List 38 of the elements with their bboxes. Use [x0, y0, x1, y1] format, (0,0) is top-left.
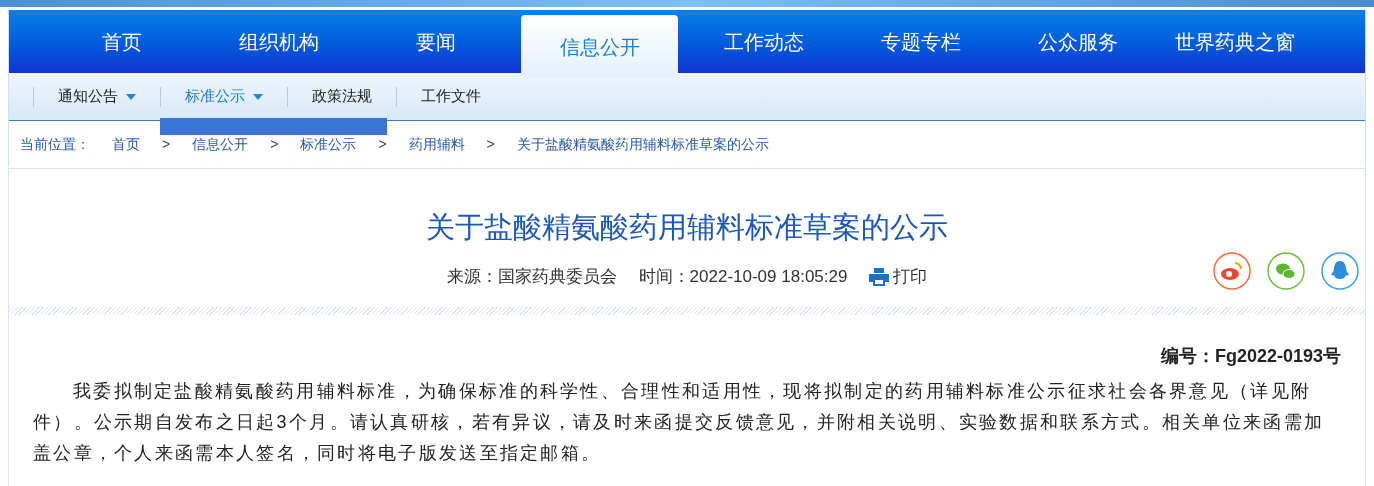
breadcrumb-separator: > [486, 134, 495, 154]
breadcrumb-link[interactable]: 标准公示 [300, 133, 357, 155]
sub-nav-tab[interactable]: 标准公示 [161, 85, 287, 108]
caret-icon [253, 93, 263, 100]
nav-tab[interactable]: 专题专栏 [842, 10, 999, 73]
nav-tab[interactable]: 工作动态 [685, 10, 842, 73]
sub-nav-label: 工作文件 [421, 86, 481, 107]
nav-tab[interactable]: 首页 [43, 10, 200, 73]
nav-tab[interactable]: 要闻 [357, 10, 514, 73]
weibo-share-icon[interactable] [1213, 252, 1251, 290]
nav-tab[interactable]: 信息公开 [521, 15, 678, 78]
breadcrumb-separator: > [162, 134, 171, 154]
breadcrumb-separator: > [378, 134, 387, 154]
sub-nav-label: 通知公告 [58, 86, 118, 107]
breadcrumb-separator: > [270, 134, 279, 154]
source-text: 来源：国家药典委员会 [446, 266, 617, 289]
printer-icon [869, 268, 890, 286]
breadcrumb-link[interactable]: 信息公开 [192, 133, 249, 155]
breadcrumb-label: 当前位置： [20, 134, 90, 154]
article-title: 关于盐酸精氨酸药用辅料标准草案的公示 [425, 210, 949, 245]
breadcrumb-link[interactable]: 药用辅料 [408, 133, 465, 155]
sub-nav-tab[interactable]: 工作文件 [397, 85, 505, 108]
sub-nav-tab[interactable]: 政策法规 [288, 85, 396, 108]
breadcrumb-link[interactable]: 首页 [112, 133, 140, 155]
sub-nav-label: 标准公示 [185, 86, 245, 107]
caret-icon [126, 93, 136, 100]
nav-tab[interactable]: 世界药典之窗 [1156, 10, 1313, 73]
print-link[interactable]: 打印 [893, 264, 928, 290]
sub-nav-label: 政策法规 [312, 86, 372, 107]
nav-tab[interactable]: 公众服务 [999, 10, 1156, 73]
breadcrumb-link[interactable]: 关于盐酸精氨酸药用辅料标准草案的公示 [516, 133, 769, 155]
qq-share-icon[interactable] [1321, 252, 1359, 290]
document-number: 编号：Fg2022-0193号 [1159, 345, 1341, 368]
nav-tab[interactable]: 组织机构 [200, 10, 357, 73]
wechat-share-icon[interactable] [1267, 252, 1305, 290]
time-text: 时间：2022-10-09 18:05:29 [638, 266, 848, 289]
article-body: 我委拟制定盐酸精氨酸药用辅料标准，为确保标准的科学性、合理性和适用性，现将拟制定的药用辅料标准公示征求社会各界意见（详见附件）。公示期自发布之日起3个月。请认真研核，若有异议，请及时来函提交反馈意见，并附相关说明、实验数据和联系方式。相关单位来函需加盖公章，个人来函需本人签名，同时将电子版发送至指定邮箱。 [33, 380, 1326, 465]
sub-nav-tab[interactable]: 通知公告 [34, 85, 160, 108]
